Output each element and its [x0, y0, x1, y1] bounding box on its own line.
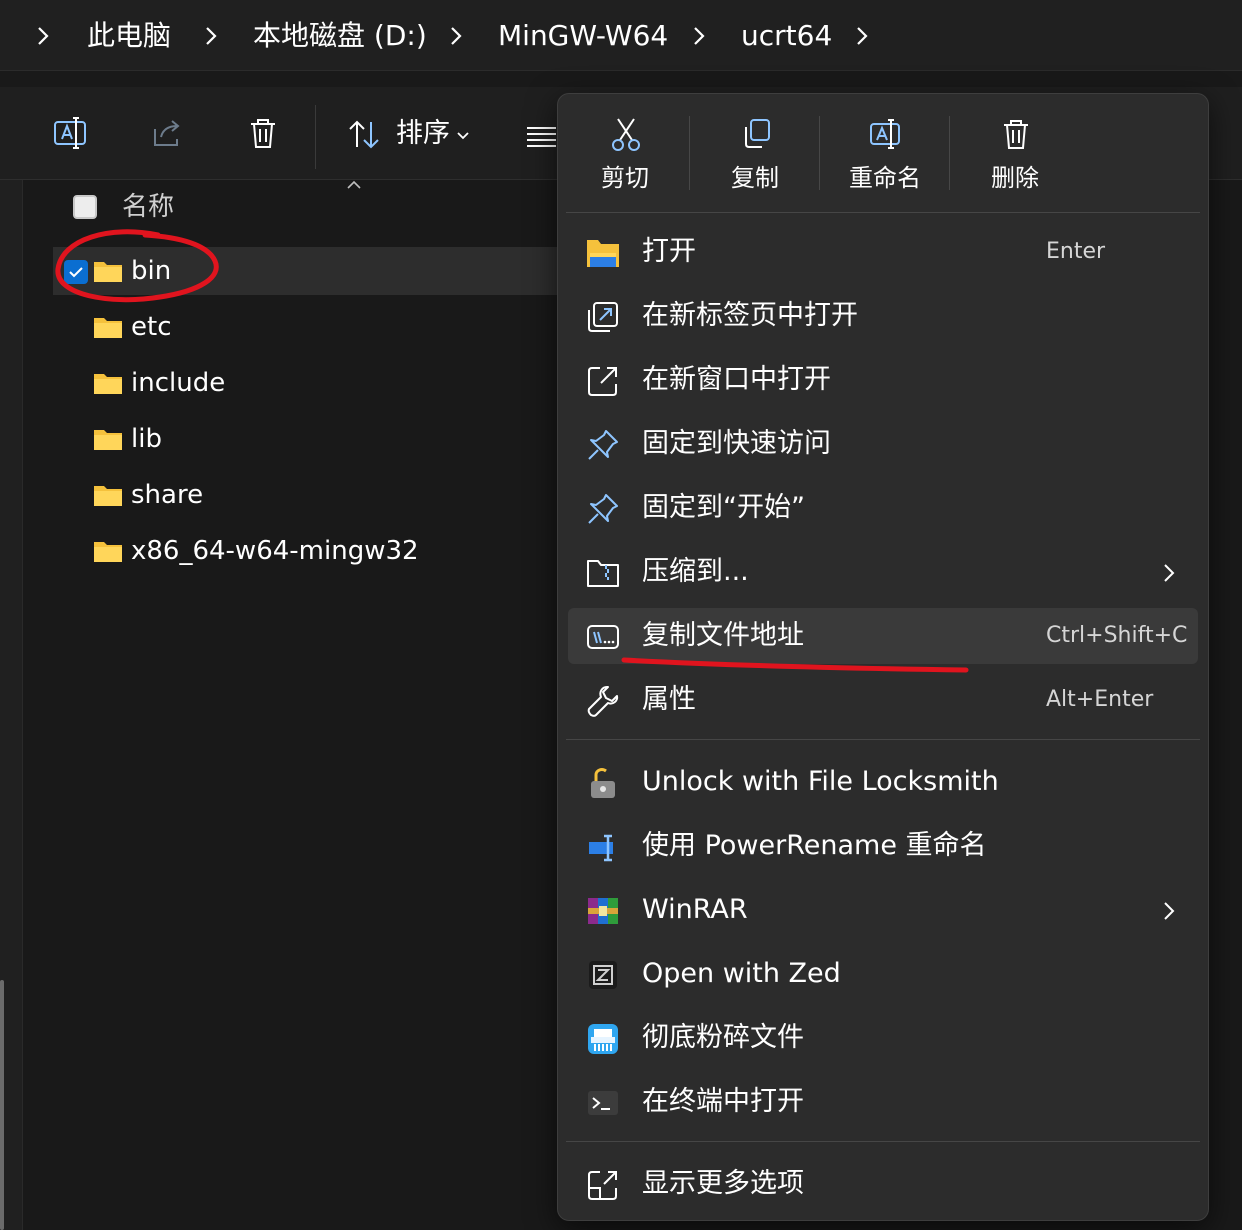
- trash-icon: [1004, 120, 1028, 149]
- sort-ascending-icon: [347, 180, 361, 189]
- winrar-icon: [588, 898, 618, 924]
- file-name: etc: [131, 312, 172, 342]
- view-menu-icon[interactable]: [526, 125, 556, 147]
- window-gap: [0, 71, 1242, 87]
- file-name: lib: [131, 424, 162, 454]
- copy-path-icon: [587, 625, 619, 649]
- zed-icon: [589, 961, 617, 989]
- select-all-checkbox[interactable]: [73, 195, 97, 219]
- context-menu: 剪切 复制 重命名 删除 打开 Enter 在新标签页中打开 在新窗口中打开 固…: [557, 93, 1209, 1221]
- menu-item-open-in-new-window[interactable]: 在新窗口中打开: [568, 352, 1198, 408]
- menu-separator: [566, 1141, 1200, 1142]
- menu-item-properties[interactable]: 属性 Alt+Enter: [568, 672, 1198, 728]
- chevron-right-icon[interactable]: [689, 22, 709, 50]
- trash-icon[interactable]: [243, 113, 283, 153]
- menu-item-copy-path[interactable]: 复制文件地址 Ctrl+Shift+C: [568, 608, 1198, 664]
- sort-icon[interactable]: [346, 117, 382, 153]
- padlock-icon: [591, 768, 615, 798]
- menu-item-compress[interactable]: 压缩到...: [568, 544, 1198, 600]
- checkmark-icon: [69, 267, 83, 278]
- pin-icon: [588, 494, 618, 524]
- breadcrumb-item-mingw[interactable]: MinGW-W64: [498, 18, 668, 54]
- new-tab-icon: [588, 302, 618, 332]
- file-row-lib[interactable]: lib: [53, 415, 573, 463]
- menu-item-powerrename[interactable]: 使用 PowerRename 重命名: [568, 818, 1198, 874]
- sort-button[interactable]: 排序: [396, 117, 450, 151]
- scrollbar[interactable]: [0, 980, 4, 1230]
- rename-button[interactable]: 重命名: [820, 94, 950, 212]
- rename-icon: [870, 119, 900, 149]
- file-row-include[interactable]: include: [53, 359, 573, 407]
- open-external-icon: [588, 367, 617, 396]
- file-row-share[interactable]: share: [53, 471, 573, 519]
- file-name: bin: [131, 256, 172, 286]
- menu-item-winrar[interactable]: WinRAR: [568, 882, 1198, 938]
- more-options-icon: [588, 1171, 617, 1200]
- file-row-x86-64-w64-mingw32[interactable]: x86_64-w64-mingw32: [53, 527, 573, 575]
- powerrename-icon: [589, 834, 613, 862]
- chevron-right-icon[interactable]: [446, 22, 466, 50]
- chevron-right-icon[interactable]: [33, 22, 53, 50]
- column-header-name[interactable]: 名称: [122, 190, 174, 224]
- folder-icon: [94, 430, 122, 450]
- breadcrumb-item-ucrt64[interactable]: ucrt64: [741, 18, 832, 54]
- menu-item-pin-quick-access[interactable]: 固定到快速访问: [568, 416, 1198, 472]
- cut-button[interactable]: 剪切: [560, 94, 690, 212]
- shredder-icon: [588, 1024, 618, 1054]
- chevron-right-icon: [1164, 564, 1175, 582]
- file-name: share: [131, 480, 204, 510]
- chevron-right-icon: [1164, 902, 1175, 920]
- wrench-icon: [587, 686, 619, 717]
- chevron-right-icon[interactable]: [852, 22, 872, 50]
- folder-open-icon: [587, 240, 619, 267]
- folder-icon: [94, 486, 122, 506]
- file-row-bin[interactable]: bin: [53, 247, 573, 295]
- copy-icon: [745, 119, 770, 148]
- chevron-down-icon: [457, 132, 469, 140]
- menu-item-open[interactable]: 打开 Enter: [568, 224, 1198, 280]
- menu-separator: [566, 739, 1200, 740]
- breadcrumb-item-this-pc[interactable]: 此电脑: [87, 18, 171, 54]
- breadcrumb-item-local-disk[interactable]: 本地磁盘 (D:): [253, 18, 427, 54]
- folder-icon: [94, 318, 122, 338]
- folder-icon: [94, 542, 122, 562]
- menu-separator: [566, 212, 1200, 213]
- rename-icon[interactable]: [50, 113, 90, 153]
- menu-item-open-in-new-tab[interactable]: 在新标签页中打开: [568, 288, 1198, 344]
- pin-icon: [588, 430, 618, 460]
- share-icon[interactable]: [147, 113, 187, 153]
- file-row-etc[interactable]: etc: [53, 303, 573, 351]
- menu-item-open-with-zed[interactable]: Open with Zed: [568, 946, 1198, 1002]
- file-name: x86_64-w64-mingw32: [131, 536, 419, 566]
- scissors-icon: [612, 118, 640, 151]
- menu-item-open-in-terminal[interactable]: 在终端中打开: [568, 1074, 1198, 1130]
- menu-item-pin-start[interactable]: 固定到“开始”: [568, 480, 1198, 536]
- menu-item-shred-file[interactable]: 彻底粉碎文件: [568, 1010, 1198, 1066]
- chevron-right-icon[interactable]: [201, 22, 221, 50]
- copy-button[interactable]: 复制: [690, 94, 820, 212]
- file-name: include: [131, 368, 226, 398]
- delete-button[interactable]: 删除: [950, 94, 1080, 212]
- menu-item-show-more-options[interactable]: 显示更多选项: [568, 1156, 1198, 1212]
- folder-icon: [94, 374, 122, 394]
- row-checkbox[interactable]: [64, 260, 88, 284]
- folder-icon: [94, 262, 122, 282]
- zip-folder-icon: [587, 560, 619, 587]
- breadcrumb-bar: 此电脑 本地磁盘 (D:) MinGW-W64 ucrt64: [0, 0, 1242, 71]
- toolbar-divider: [315, 105, 316, 169]
- terminal-icon: [588, 1091, 618, 1115]
- quick-actions-bar: 剪切 复制 重命名 删除: [558, 94, 1208, 212]
- menu-item-file-locksmith[interactable]: Unlock with File Locksmith: [568, 754, 1198, 810]
